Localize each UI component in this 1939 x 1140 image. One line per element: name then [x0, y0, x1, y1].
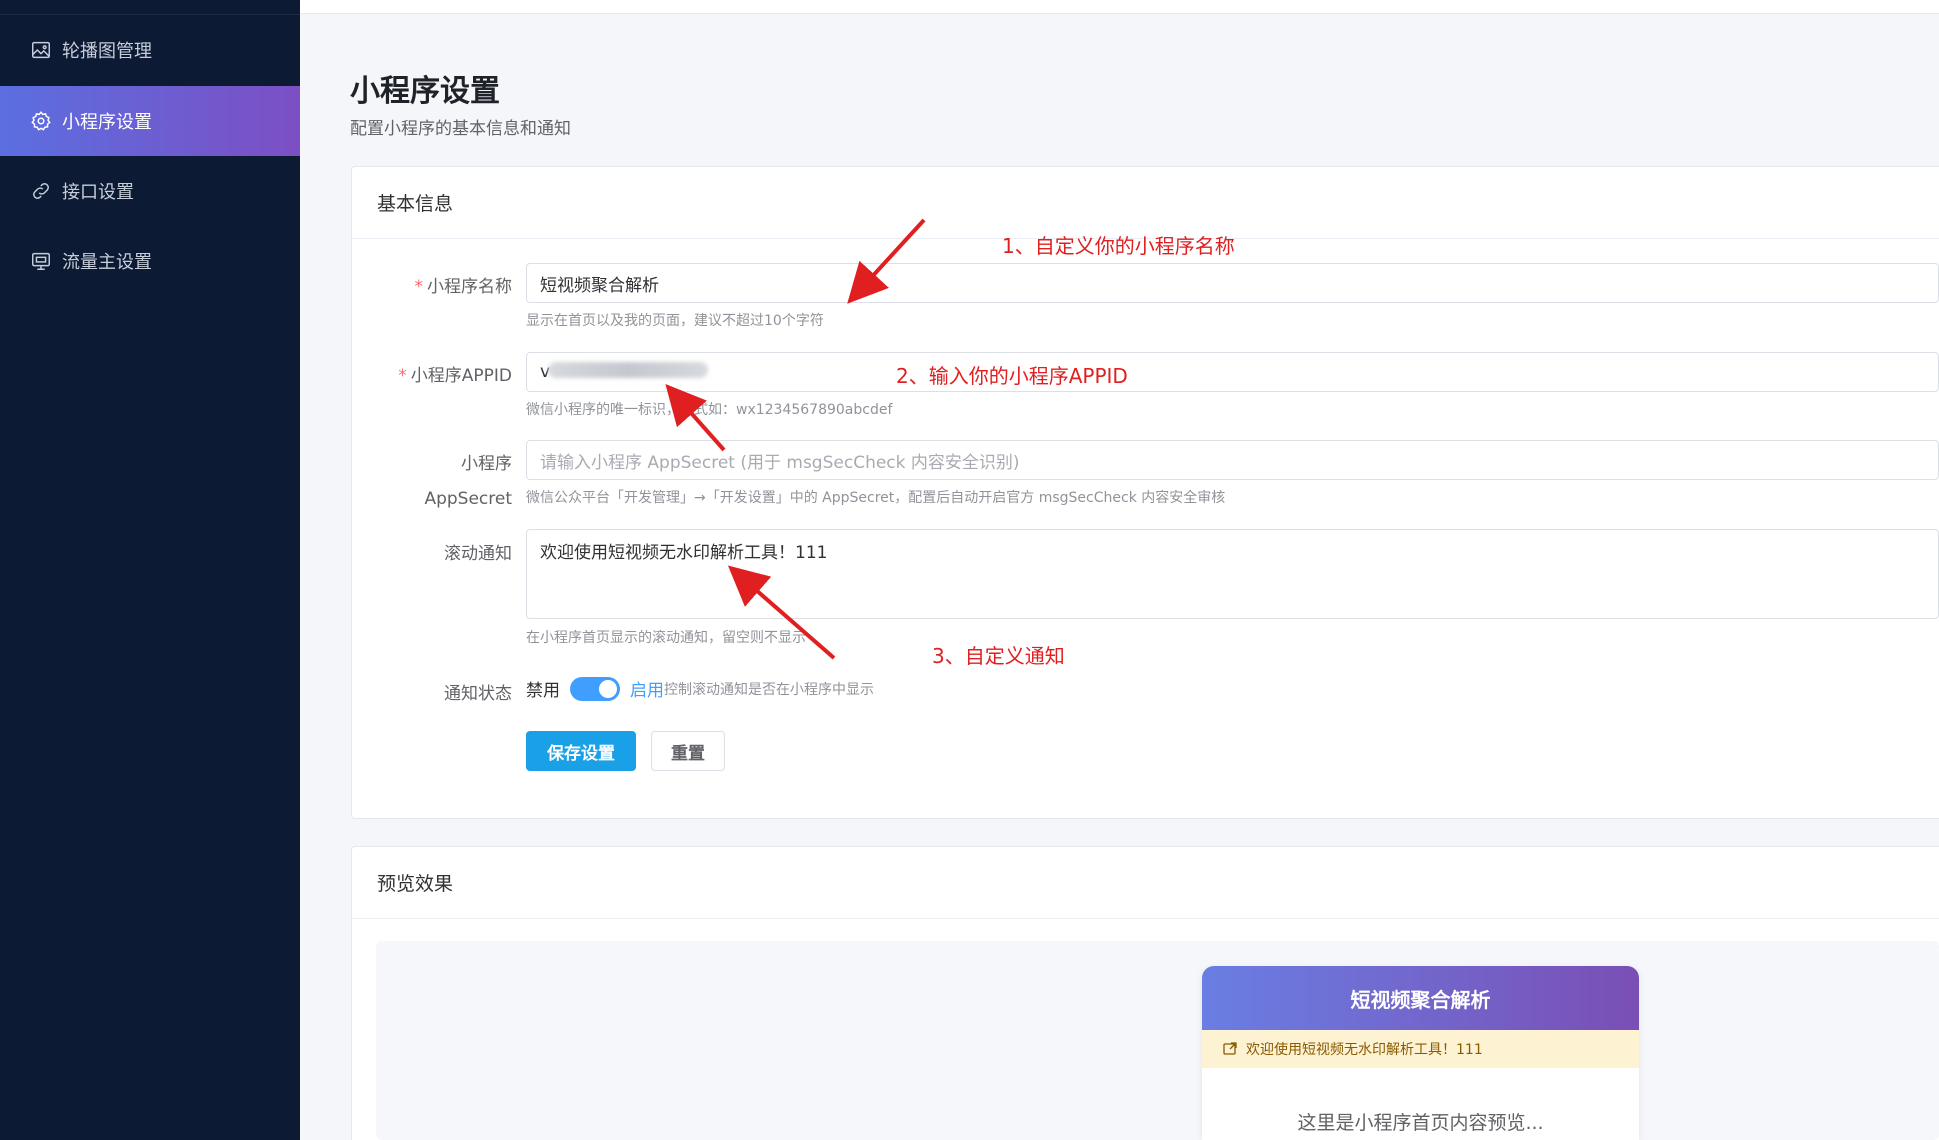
preview-notice-bar: 欢迎使用短视频无水印解析工具！111: [1202, 1030, 1639, 1068]
sidebar-item-label: 流量主设置: [62, 252, 152, 273]
phone-preview: 短视频聚合解析 欢迎使用短视频无水印解析工具！111 这里是小程序首页内容预览.…: [1202, 966, 1639, 1140]
preview-app-title: 短视频聚合解析: [1202, 966, 1639, 1030]
sidebar: 轮播图管理 小程序设置 接口设置 流量主设置: [0, 0, 300, 1140]
notice-icon: [1222, 1041, 1238, 1057]
sidebar-item-api-settings[interactable]: 接口设置: [0, 156, 300, 226]
name-label: * 小程序名称: [414, 277, 513, 297]
switch-off-label: 禁用: [526, 681, 560, 701]
card-header: 预览效果: [352, 847, 1939, 919]
sidebar-item-ad-settings[interactable]: 流量主设置: [0, 226, 300, 296]
sidebar-item-label: 接口设置: [62, 182, 134, 203]
required-mark: *: [414, 277, 424, 297]
reset-button[interactable]: 重置: [651, 731, 725, 771]
page-title: 小程序设置: [350, 74, 500, 109]
name-input[interactable]: 短视频聚合解析: [526, 263, 1939, 303]
appid-label: * 小程序APPID: [398, 366, 512, 386]
status-label: 通知状态: [444, 684, 512, 704]
preview-body-text: 这里是小程序首页内容预览...: [1297, 1112, 1544, 1134]
notice-label: 滚动通知: [444, 544, 512, 564]
switch-on-label: 启用: [630, 681, 664, 701]
annotation-appid: 2、输入你的小程序APPID: [896, 364, 1128, 388]
secret-label-line1: 小程序: [461, 454, 512, 474]
monitor-icon: [30, 250, 52, 272]
switch-knob: [599, 679, 617, 698]
sidebar-item-label: 轮播图管理: [62, 41, 152, 62]
sidebar-item-miniprogram-settings[interactable]: 小程序设置: [0, 86, 300, 156]
status-switch-group: 禁用 启用 控制滚动通知是否在小程序中显示: [526, 676, 874, 701]
secret-label-line2: AppSecret: [424, 489, 512, 509]
required-mark: *: [398, 366, 407, 386]
status-hint: 控制滚动通知是否在小程序中显示: [664, 681, 874, 698]
card-header: 基本信息: [352, 167, 1939, 239]
name-hint: 显示在首页以及我的页面，建议不超过10个字符: [526, 313, 824, 329]
save-button[interactable]: 保存设置: [526, 731, 636, 771]
appsecret-hint: 微信公众平台「开发管理」→「开发设置」中的 AppSecret，配置后自动开启官…: [526, 490, 1226, 506]
preview-notice-text: 欢迎使用短视频无水印解析工具！111: [1246, 1042, 1483, 1058]
sidebar-item-carousel[interactable]: 轮播图管理: [0, 15, 300, 85]
preview-area: [376, 941, 1939, 1140]
link-icon: [30, 180, 52, 202]
appid-input[interactable]: v: [526, 352, 1939, 392]
appid-redaction-blur: [548, 362, 708, 378]
appsecret-input[interactable]: 请输入小程序 AppSecret (用于 msgSecCheck 内容安全识别): [526, 440, 1939, 480]
image-icon: [30, 39, 52, 61]
top-bar: [300, 0, 1939, 14]
page-subtitle: 配置小程序的基本信息和通知: [350, 119, 571, 139]
notice-textarea[interactable]: 欢迎使用短视频无水印解析工具！111: [526, 529, 1939, 619]
gear-icon: [30, 110, 52, 132]
notice-status-switch[interactable]: [570, 676, 620, 701]
annotation-notice: 3、自定义通知: [932, 644, 1065, 668]
appid-hint: 微信小程序的唯一标识，格式如：wx1234567890abcdef: [526, 402, 893, 418]
annotation-name: 1、自定义你的小程序名称: [1002, 234, 1235, 258]
notice-hint: 在小程序首页显示的滚动通知，留空则不显示: [526, 630, 806, 646]
sidebar-item-label: 小程序设置: [62, 112, 152, 133]
